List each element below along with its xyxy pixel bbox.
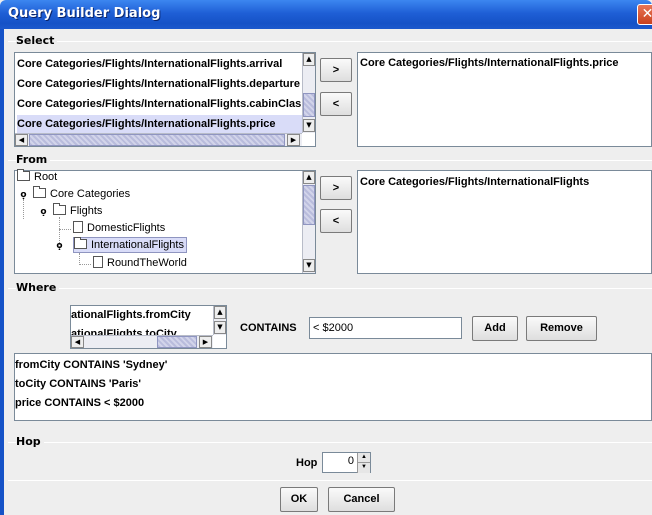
hop-divider [8,442,652,443]
from-tree-vertical-scrollbar[interactable]: ▲ ▼ [302,171,315,273]
where-add-button[interactable]: Add [472,316,518,341]
folder-icon [74,237,87,249]
tree-node-roundtheworld[interactable]: RoundTheWorld [93,255,187,272]
window-frame-left [0,29,4,515]
scroll-down-icon[interactable]: ▼ [303,119,315,132]
tree-node-label: InternationalFlights [91,239,184,251]
where-list-vertical-scrollbar[interactable]: ▲ ▼ [213,306,226,335]
scroll-thumb[interactable] [29,134,285,146]
where-list-horizontal-scrollbar[interactable]: ◀ ▶ [71,335,213,348]
hop-section-label: Hop [16,435,44,448]
where-value-input[interactable]: < $2000 [309,317,462,339]
title-bar: Query Builder Dialog ✕ [0,0,652,29]
ok-button[interactable]: OK [280,487,318,512]
from-add-button[interactable]: > [320,176,352,200]
tree-node-label: Root [34,171,58,183]
list-item[interactable]: Core Categories/Flights/InternationalFli… [17,95,302,114]
from-divider [8,160,652,161]
from-tree[interactable]: Root ọ Core Categories ọ Flights Domesti… [14,169,316,274]
scroll-up-icon[interactable]: ▲ [303,171,315,184]
where-conditions-list[interactable]: fromCity CONTAINS 'Sydney' toCity CONTAI… [14,353,652,421]
where-section-label: Where [16,281,60,294]
tree-node-core-categories[interactable]: Core Categories [33,186,130,203]
list-item[interactable]: Core Categories/Flights/InternationalFli… [17,75,302,94]
tree-node-label: DomesticFlights [87,222,166,234]
hop-field-label: Hop [296,457,318,469]
condition-item[interactable]: fromCity CONTAINS 'Sydney' [15,356,167,375]
tree-node-flights[interactable]: Flights [53,203,102,220]
list-item[interactable]: Core Categories/Flights/InternationalFli… [360,54,650,73]
from-section-label: From [16,153,51,166]
scroll-thumb[interactable] [303,185,315,225]
window-title: Query Builder Dialog [8,6,161,21]
footer-divider [8,480,652,481]
tree-connector [59,229,71,230]
folder-icon [33,186,46,198]
from-chosen-list[interactable]: Core Categories/Flights/InternationalFli… [357,170,652,274]
select-chosen-list[interactable]: Core Categories/Flights/InternationalFli… [357,52,652,147]
from-remove-button[interactable]: < [320,209,352,233]
spin-up-icon[interactable]: ▲ [357,453,370,463]
close-icon: ✕ [641,6,652,22]
scroll-down-icon[interactable]: ▼ [303,259,315,272]
folder-icon [53,203,66,215]
scroll-right-icon[interactable]: ▶ [199,336,212,348]
tree-node-label: RoundTheWorld [107,257,187,269]
select-add-button[interactable]: > [320,58,352,82]
document-icon [73,221,83,233]
select-divider [8,41,652,42]
tree-connector [23,199,24,219]
list-item[interactable]: ationalFlights.fromCity [71,306,211,325]
scroll-up-icon[interactable]: ▲ [214,306,226,319]
where-remove-button[interactable]: Remove [526,316,597,341]
scroll-thumb[interactable] [303,93,315,117]
tree-node-domesticflights[interactable]: DomesticFlights [73,220,165,237]
condition-item[interactable]: toCity CONTAINS 'Paris' [15,375,141,394]
select-list-horizontal-scrollbar[interactable]: ◀ ▶ [15,133,302,146]
select-remove-button[interactable]: < [320,92,352,116]
close-button[interactable]: ✕ [637,4,652,25]
expand-toggle-icon[interactable]: ọ [39,208,48,217]
where-divider [8,288,652,289]
folder-icon [17,169,30,181]
tree-node-label: Core Categories [50,188,131,200]
scroll-left-icon[interactable]: ◀ [71,336,84,348]
tree-node-internationalflights-selected[interactable]: InternationalFlights [73,237,187,253]
spin-down-icon[interactable]: ▼ [357,463,370,473]
list-item[interactable]: Core Categories/Flights/InternationalFli… [17,55,302,74]
tree-node-label: Flights [70,205,103,217]
hop-value[interactable]: 0 [348,455,354,467]
tree-node-root[interactable]: Root [17,169,57,186]
hop-spinner[interactable]: 0 ▲ ▼ [322,452,371,473]
document-icon [93,256,103,268]
where-field-list[interactable]: ationalFlights.fromCity ationalFlights.t… [70,305,227,349]
operator-label: CONTAINS [240,322,297,334]
expand-toggle-icon[interactable]: ọ [55,242,64,251]
scroll-right-icon[interactable]: ▶ [287,134,300,146]
select-section-label: Select [16,34,58,47]
scroll-up-icon[interactable]: ▲ [303,53,315,66]
select-available-list[interactable]: Core Categories/Flights/InternationalFli… [14,52,316,147]
scroll-down-icon[interactable]: ▼ [214,321,226,334]
scroll-left-icon[interactable]: ◀ [15,134,28,146]
scroll-thumb[interactable] [157,336,197,348]
list-item[interactable]: Core Categories/Flights/InternationalFli… [360,173,650,192]
cancel-button[interactable]: Cancel [328,487,395,512]
tree-connector [79,264,91,265]
select-list-vertical-scrollbar[interactable]: ▲ ▼ [302,53,315,133]
list-item-selected[interactable]: Core Categories/Flights/InternationalFli… [17,115,302,134]
condition-item[interactable]: price CONTAINS < $2000 [15,394,144,413]
